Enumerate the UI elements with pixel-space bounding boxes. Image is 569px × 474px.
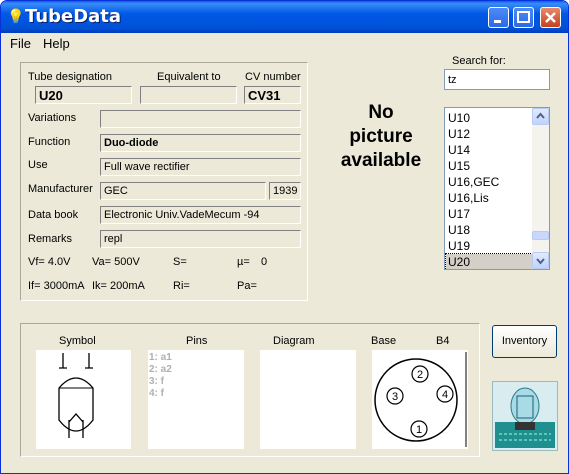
manufacturer-field[interactable]: GEC (100, 182, 266, 200)
result-item[interactable]: U16,Lis (446, 190, 532, 206)
no-picture-line-2: picture (349, 126, 413, 147)
databook-label: Data book (28, 209, 79, 221)
scroll-up-button[interactable] (532, 108, 549, 125)
search-label: Search for: (452, 55, 506, 67)
pin-item: 4: f (149, 388, 164, 399)
minimize-icon (494, 20, 501, 23)
function-label: Function (28, 136, 71, 148)
maximize-button[interactable] (513, 7, 534, 28)
ik-value: Ik= 200mA (92, 280, 145, 292)
s-value: S= (173, 256, 187, 268)
pin-item: 3: f (149, 376, 164, 387)
no-picture-line-3: available (340, 150, 422, 171)
cv-number-label: CV number (245, 71, 301, 83)
function-field[interactable]: Duo-diode (100, 134, 301, 152)
mu-label: µ= (237, 256, 250, 268)
base-diagram-icon: 2 3 4 1 (374, 352, 467, 447)
search-input[interactable] (444, 69, 550, 90)
manufacturer-label: Manufacturer (28, 183, 93, 195)
base-pin-label: 3 (392, 391, 398, 403)
scroll-down-icon (536, 258, 545, 265)
menu-help[interactable]: Help (43, 36, 70, 51)
remarks-field[interactable]: repl (100, 230, 301, 248)
tube-logo-icon (492, 381, 558, 451)
cv-number-field[interactable]: CV31 (244, 86, 301, 104)
inventory-button[interactable]: Inventory (492, 325, 557, 358)
va-value: Va= 500V (92, 256, 140, 268)
result-item[interactable]: U15 (446, 158, 532, 174)
results-listbox[interactable]: U10 U12 U14 U15 U16,GEC U16,Lis U17 U18 U19 U20 (444, 107, 550, 270)
result-item[interactable]: U19 (446, 238, 532, 254)
mu-value: 0 (261, 256, 268, 268)
app-window: 💡 TubeData File Help Tube designation Eq… (0, 0, 569, 474)
tube-designation-label: Tube designation (28, 71, 112, 83)
symbol-box (36, 350, 131, 449)
base-pin-label: 4 (442, 389, 448, 401)
equivalent-label: Equivalent to (157, 71, 221, 83)
diagram-box (260, 350, 356, 449)
minimize-button[interactable] (488, 7, 509, 28)
result-item[interactable]: U16,GEC (446, 174, 532, 190)
result-item[interactable]: U12 (446, 126, 532, 142)
if-value: If= 3000mA (28, 280, 85, 292)
pins-list: 1: a1 2: a2 3: f 4: f (149, 352, 172, 400)
pins-label: Pins (186, 335, 208, 347)
variations-field[interactable] (100, 110, 301, 128)
diagram-label: Diagram (273, 335, 315, 347)
results-list: U10 U12 U14 U15 U16,GEC U16,Lis U17 U18 U19 U20 (445, 110, 533, 269)
scroll-thumb[interactable] (532, 231, 549, 240)
menu-bar: File Help (1, 33, 568, 53)
tube-symbol-icon (58, 353, 94, 438)
equivalent-field[interactable] (140, 86, 237, 104)
pa-value: Pa= (237, 280, 257, 292)
vf-value: Vf= 4.0V (28, 256, 71, 268)
pin-item: 2: a2 (149, 364, 172, 375)
maximize-icon (517, 11, 530, 23)
results-scrollbar[interactable] (532, 108, 549, 269)
base-type-label: B4 (436, 335, 450, 347)
variations-label: Variations (28, 112, 77, 124)
remarks-label: Remarks (28, 233, 73, 245)
scroll-down-button[interactable] (532, 252, 549, 269)
base-label: Base (371, 335, 397, 347)
close-button[interactable] (540, 7, 561, 28)
no-picture-text: No picture available (321, 101, 441, 173)
menu-file[interactable]: File (10, 36, 31, 51)
databook-field[interactable]: Electronic Univ.VadeMecum -94 (100, 206, 301, 224)
base-box: 2 3 4 1 (372, 350, 468, 449)
result-item[interactable]: U18 (446, 222, 532, 238)
scroll-up-icon (536, 112, 545, 119)
result-item[interactable]: U20 (445, 253, 533, 269)
use-field[interactable]: Full wave rectifier (100, 158, 301, 176)
result-item[interactable]: U17 (446, 206, 532, 222)
no-picture-line-1: No (368, 102, 394, 123)
close-icon (545, 12, 556, 23)
tube-designation-field[interactable]: U20 (35, 86, 132, 104)
result-item[interactable]: U10 (446, 110, 532, 126)
base-pin-label: 1 (416, 424, 422, 436)
use-label: Use (28, 159, 48, 171)
pin-item: 1: a1 (149, 352, 172, 363)
result-item[interactable]: U14 (446, 142, 532, 158)
window-title: TubeData (25, 6, 122, 27)
year-field[interactable]: 1939 (269, 182, 301, 200)
base-pin-label: 2 (417, 369, 423, 381)
lightbulb-icon: 💡 (7, 8, 25, 24)
symbol-label: Symbol (59, 335, 96, 347)
title-bar[interactable]: 💡 TubeData (1, 1, 568, 33)
ri-value: Ri= (173, 280, 190, 292)
